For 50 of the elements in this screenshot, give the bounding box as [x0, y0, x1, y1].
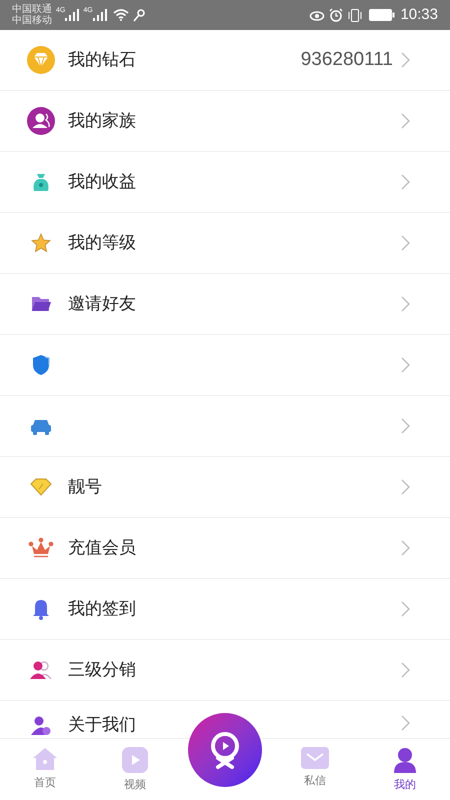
- chevron-icon: [401, 540, 410, 556]
- menu-label[interactable]: 我的签到: [68, 599, 136, 619]
- user-icon: [392, 747, 418, 773]
- play-icon: [122, 747, 148, 773]
- battery-icon: [369, 9, 396, 21]
- folder-icon: [30, 294, 52, 314]
- gem-icon: [29, 477, 53, 497]
- chevron-icon: [401, 296, 410, 312]
- chevron-icon: [401, 601, 410, 617]
- menu-label[interactable]: 我的收益: [68, 172, 136, 192]
- menu-label[interactable]: 靓号: [68, 477, 102, 497]
- wifi-icon: [112, 9, 129, 21]
- menu-label[interactable]: 三级分销: [68, 660, 136, 680]
- crown-icon: [28, 537, 54, 559]
- chevron-icon: [401, 52, 410, 68]
- menu-label[interactable]: 我的家族: [68, 111, 136, 131]
- eye-icon: [309, 9, 326, 21]
- chevron-icon: [401, 113, 410, 129]
- vibrate-icon: [347, 8, 364, 22]
- user-info-icon: [30, 715, 52, 737]
- clock-time: 10:33: [400, 4, 438, 25]
- diamond-count: 936280111: [300, 48, 393, 72]
- chevron-icon: [401, 715, 410, 731]
- menu-label[interactable]: 我的等级: [68, 233, 136, 253]
- menu-label[interactable]: 邀请好友: [68, 294, 136, 314]
- alarm-icon: [329, 8, 344, 22]
- menu-label[interactable]: 充值会员: [68, 538, 136, 558]
- menu-label[interactable]: 我的钻石: [68, 50, 136, 70]
- chevron-icon: [401, 479, 410, 495]
- tab-item[interactable]: 我的: [392, 747, 418, 794]
- users-icon: [29, 659, 53, 681]
- menu-label[interactable]: 关于我们: [68, 715, 136, 735]
- mail-icon: [301, 747, 329, 769]
- key-icon: [132, 8, 145, 22]
- chevron-icon: [401, 357, 410, 373]
- carrier-name: 中国联通: [12, 4, 52, 15]
- user-icon: [27, 107, 55, 135]
- star-icon: [30, 232, 52, 254]
- tab-item[interactable]: 视频: [122, 747, 148, 794]
- home-icon: [32, 747, 58, 771]
- tab-item[interactable]: 首页: [32, 747, 58, 792]
- carrier-name: 中国移动: [12, 15, 52, 26]
- shield-icon: [31, 354, 51, 376]
- tab-item[interactable]: 私信: [301, 747, 329, 790]
- signal-icon: [92, 9, 107, 21]
- chevron-icon: [401, 662, 410, 678]
- chevron-icon: [401, 418, 410, 434]
- signal-icon: [65, 9, 80, 21]
- chevron-icon: [401, 174, 410, 190]
- chevron-icon: [401, 235, 410, 251]
